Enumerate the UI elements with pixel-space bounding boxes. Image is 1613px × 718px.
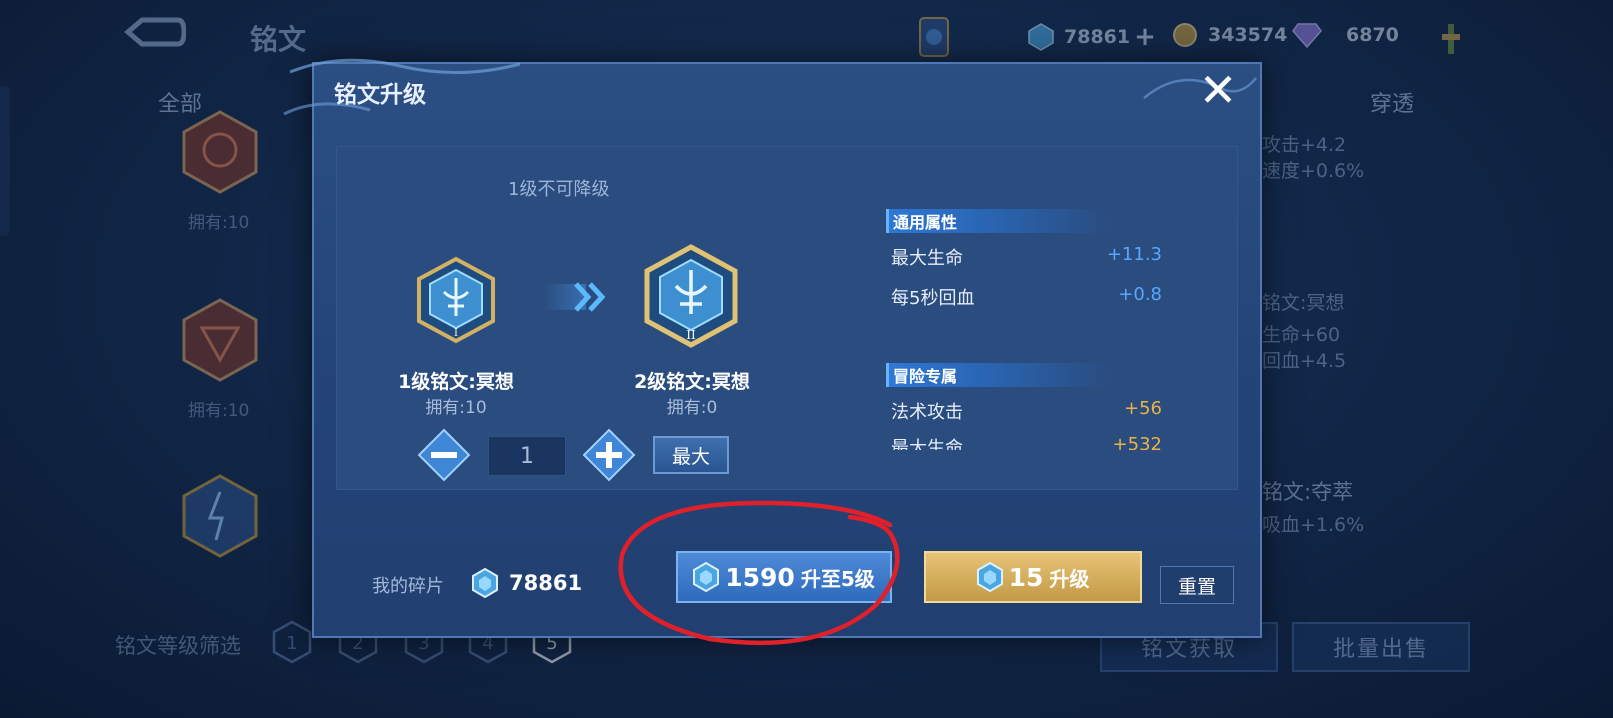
stat-value: +11.3: [1106, 244, 1162, 265]
list-stat-text: 攻击+4.2: [1262, 134, 1347, 156]
my-fragments-value: 78861: [509, 571, 583, 595]
back-arrow-icon[interactable]: [120, 14, 186, 54]
double-arrow-icon: [542, 282, 606, 312]
stat-name: 法术攻击: [891, 402, 963, 423]
diamond-icon: [1292, 23, 1322, 48]
stat-value: +56: [1124, 398, 1162, 419]
reset-button[interactable]: 重置: [1160, 566, 1234, 604]
list-rune-name: 铭文:夺萃: [1262, 480, 1354, 504]
rune-level-mark: II: [686, 328, 696, 342]
upgrade-to-max-cost: 1590: [725, 562, 795, 592]
gem-resource: 6870: [1292, 22, 1399, 48]
list-owned-count: 拥有:10: [188, 401, 250, 421]
stat-name: 最大生命: [891, 248, 963, 269]
list-stat-text: 回血+4.5: [1262, 350, 1347, 372]
list-owned-count: 拥有:10: [188, 213, 250, 233]
level-filter-1[interactable]: 1: [272, 620, 312, 664]
gem-count: 6870: [1346, 24, 1399, 46]
adventure-attributes-header: 冒险专属: [886, 363, 1113, 387]
fragment-gem-icon: [976, 562, 1003, 592]
fragment-gem-icon: [1028, 23, 1054, 51]
stat-value: +532: [1112, 434, 1162, 450]
max-quantity-button[interactable]: 最大: [653, 436, 729, 474]
decrease-quantity-button[interactable]: [417, 428, 471, 482]
to-rune-owned: 拥有:0: [666, 398, 718, 418]
quantity-input[interactable]: 1: [488, 436, 566, 476]
from-rune-name: 1级铭文:冥想: [398, 371, 514, 393]
increase-quantity-button[interactable]: [582, 428, 636, 482]
add-fragments-icon[interactable]: +: [1134, 22, 1156, 52]
rune-list-icon[interactable]: [180, 298, 260, 382]
dialog-title: 铭文升级: [334, 82, 426, 108]
upgrade-to-max-label: 升至5级: [800, 566, 875, 591]
list-stat-text: 速度+0.6%: [1262, 160, 1365, 182]
gold-resource: 343574: [1172, 22, 1287, 48]
fragment-count: 78861: [1064, 26, 1131, 48]
close-icon[interactable]: ✕: [1196, 67, 1240, 114]
adventure-stats-scroll[interactable]: 法术攻击 +56 最大生命 +532: [880, 392, 1180, 450]
stat-value: +0.8: [1118, 284, 1162, 305]
list-stat-text: 吸血+1.6%: [1262, 514, 1365, 536]
tab-penetration[interactable]: 穿透: [1370, 86, 1414, 118]
stat-name: 最大生命: [891, 438, 963, 450]
my-fragments-label: 我的碎片: [372, 576, 444, 597]
upgrade-label: 升级: [1049, 566, 1090, 591]
level-filter-label: 铭文等级筛选: [115, 634, 241, 658]
to-rune-name: 2级铭文:冥想: [634, 371, 750, 393]
upgrade-cost: 15: [1008, 562, 1044, 592]
list-stat-text: 生命+60: [1262, 324, 1341, 346]
fragment-gem-icon: [693, 562, 720, 592]
decorative-wave: [283, 58, 521, 116]
rune-list-icon[interactable]: [180, 110, 260, 194]
stat-name: 每5秒回血: [891, 288, 975, 309]
general-attributes-header: 通用属性: [886, 209, 1113, 233]
rune-list-icon[interactable]: [180, 474, 260, 558]
fragment-gem-icon: [472, 568, 498, 598]
signal-icon: [1442, 24, 1460, 54]
meditation-rune-icon: I: [417, 256, 495, 344]
side-handle[interactable]: [0, 86, 10, 236]
level-filter-label: 1: [286, 633, 297, 654]
card-icon[interactable]: [912, 14, 956, 60]
bulk-sell-button[interactable]: 批量出售: [1292, 622, 1470, 672]
rune-level-mark: I: [454, 328, 458, 339]
upgrade-to-max-button[interactable]: 1590 升至5级: [676, 551, 892, 603]
meditation-rune-level2-icon: II: [644, 244, 738, 348]
downgrade-hint: 1级不可降级: [508, 179, 610, 200]
list-rune-name: 铭文:冥想: [1262, 292, 1345, 314]
fragment-resource: 78861 +: [1028, 22, 1156, 52]
from-rune-owned: 拥有:10: [425, 398, 487, 418]
gold-coin-icon: [1173, 23, 1197, 47]
upgrade-button[interactable]: 15 升级: [924, 551, 1142, 603]
gold-count: 343574: [1208, 24, 1288, 46]
